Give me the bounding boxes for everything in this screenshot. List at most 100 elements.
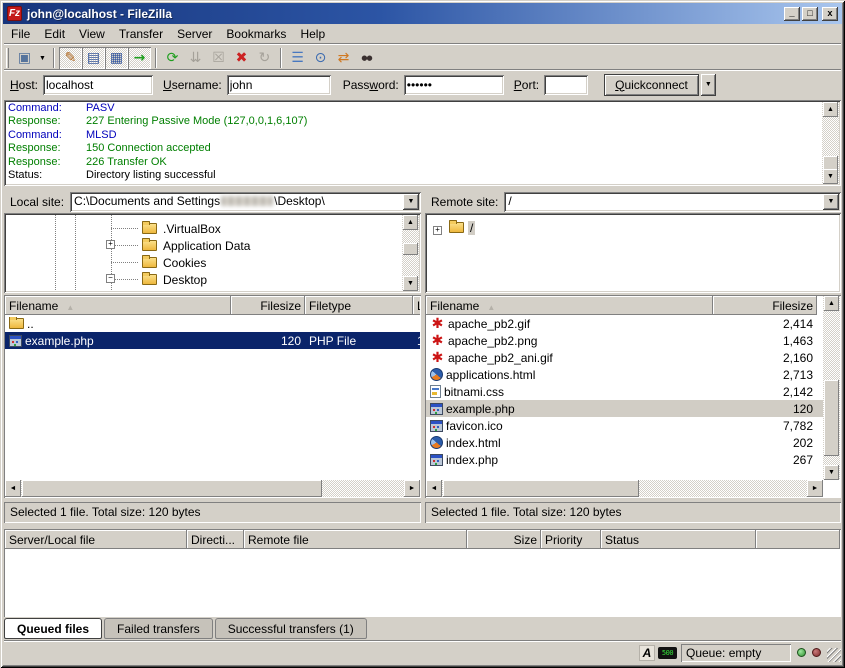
toggle-local-tree-button[interactable]: ▤	[82, 47, 105, 69]
site-manager-button-dropdown[interactable]: ▼	[36, 47, 49, 69]
remote-site-combo[interactable]: / ▼	[504, 192, 841, 212]
scroll-thumb[interactable]	[403, 243, 418, 255]
file-row-apache-pb2.gif[interactable]: ✱apache_pb2.gif2,414	[426, 315, 823, 332]
scroll-left-button[interactable]: ◄	[426, 480, 442, 497]
column-header-filename[interactable]: Filename▲	[5, 296, 231, 315]
queue-column-priority[interactable]: Priority	[541, 530, 601, 549]
file-row-example.php[interactable]: example.php120PHP File1	[5, 332, 420, 349]
tree-item--virtualbox[interactable]: .VirtualBox	[6, 220, 419, 237]
speed-limits-icon[interactable]: 500	[658, 647, 677, 659]
scroll-up-button[interactable]: ▲	[823, 102, 838, 117]
username-input[interactable]	[227, 75, 331, 95]
site-manager-button[interactable]: ▣	[13, 47, 36, 69]
compare-directories-button[interactable]: ⊙	[309, 47, 332, 69]
password-input[interactable]	[404, 75, 504, 95]
column-header-filesize[interactable]: Filesize	[713, 296, 817, 315]
tree-item-desktop[interactable]: − Desktop	[6, 271, 419, 288]
menu-bookmarks[interactable]: Bookmarks	[219, 25, 293, 43]
quickconnect-bar: Host: Username: Password: Port: Quickcon…	[4, 71, 841, 98]
scroll-thumb[interactable]	[824, 380, 839, 456]
chevron-down-icon[interactable]: ▼	[823, 194, 839, 210]
tree-item-label[interactable]: Desktop	[161, 273, 209, 287]
file-row-..[interactable]: ..	[5, 315, 420, 332]
remote-vertical-scrollbar[interactable]: ▲ ▼	[823, 296, 840, 480]
file-cell: index.html	[426, 436, 713, 450]
queue-column-size[interactable]: Size	[467, 530, 541, 549]
queue-column-server-local-file[interactable]: Server/Local file	[5, 530, 187, 549]
file-row-example.php[interactable]: example.php120	[426, 400, 823, 417]
toggle-queue-button[interactable]: →	[128, 47, 151, 69]
host-input[interactable]	[43, 75, 153, 95]
scroll-up-button[interactable]: ▲	[403, 215, 418, 230]
expand-icon[interactable]: +	[433, 226, 442, 235]
collapse-icon[interactable]: −	[106, 274, 115, 283]
tab-successful-transfers-1-[interactable]: Successful transfers (1)	[215, 618, 367, 639]
chevron-down-icon[interactable]: ▼	[403, 194, 419, 210]
tree-item-label[interactable]: .VirtualBox	[161, 222, 223, 236]
scroll-down-button[interactable]: ▼	[403, 276, 418, 291]
column-header-l[interactable]: L	[413, 296, 420, 315]
close-button[interactable]: x	[822, 7, 838, 21]
minimize-button[interactable]: _	[784, 7, 800, 21]
scroll-right-button[interactable]: ►	[404, 480, 420, 497]
menu-edit[interactable]: Edit	[37, 25, 72, 43]
port-input[interactable]	[544, 75, 588, 95]
queue-column-directi-[interactable]: Directi...	[187, 530, 244, 549]
tab-queued-files[interactable]: Queued files	[4, 618, 102, 639]
message-log-lines: Command:PASVResponse:227 Entering Passiv…	[4, 100, 841, 186]
menu-server[interactable]: Server	[170, 25, 219, 43]
quickconnect-button[interactable]: Quickconnect	[604, 74, 699, 96]
menu-help[interactable]: Help	[293, 25, 332, 43]
tree-item-root[interactable]: +/	[427, 219, 839, 236]
scroll-thumb[interactable]	[443, 480, 639, 497]
tree-item-application-data[interactable]: + Application Data	[6, 237, 419, 254]
file-row-apache-pb2.png[interactable]: ✱apache_pb2.png1,463	[426, 332, 823, 349]
maximize-button[interactable]: □	[802, 7, 818, 21]
column-header-filetype[interactable]: Filetype	[305, 296, 413, 315]
filter-button[interactable]: ☰	[286, 47, 309, 69]
tree-item-label[interactable]: /	[468, 221, 475, 235]
resize-grip[interactable]	[827, 648, 841, 662]
menu-file[interactable]: File	[4, 25, 37, 43]
scroll-up-button[interactable]: ▲	[824, 296, 839, 311]
quickconnect-dropdown-button[interactable]: ▼	[701, 74, 716, 96]
scroll-thumb[interactable]	[22, 480, 322, 497]
disconnect-button[interactable]: ✖	[230, 47, 253, 69]
file-row-index.php[interactable]: index.php267	[426, 451, 823, 468]
activity-led-red-icon	[812, 648, 821, 657]
data-type-indicator-icon[interactable]: A	[639, 645, 655, 661]
tab-failed-transfers[interactable]: Failed transfers	[104, 618, 213, 639]
queue-column-status[interactable]: Status	[601, 530, 756, 549]
file-row-bitnami.css[interactable]: bitnami.css2,142	[426, 383, 823, 400]
queue-column-empty[interactable]	[756, 530, 840, 549]
queue-column-remote-file[interactable]: Remote file	[244, 530, 467, 549]
remote-horizontal-scrollbar[interactable]: ◄ ►	[426, 480, 823, 497]
scroll-down-button[interactable]: ▼	[823, 169, 838, 184]
toolbar-grip[interactable]	[6, 48, 9, 68]
divider	[4, 43, 841, 45]
scroll-down-button[interactable]: ▼	[824, 465, 839, 480]
find-files-button[interactable]: ●●	[355, 47, 378, 69]
expand-icon[interactable]: +	[106, 240, 115, 249]
file-row-favicon.ico[interactable]: favicon.ico7,782	[426, 417, 823, 434]
file-row-apache-pb2-ani.gif[interactable]: ✱apache_pb2_ani.gif2,160	[426, 349, 823, 366]
toggle-remote-tree-button[interactable]: ▦	[105, 47, 128, 69]
scroll-right-button[interactable]: ►	[807, 480, 823, 497]
tree-item-cookies[interactable]: Cookies	[6, 254, 419, 271]
toggle-log-button[interactable]: ✎	[59, 47, 82, 69]
refresh-button[interactable]: ⟳	[161, 47, 184, 69]
menu-view[interactable]: View	[72, 25, 112, 43]
menu-transfer[interactable]: Transfer	[112, 25, 170, 43]
column-header-filename[interactable]: Filename▲	[426, 296, 713, 315]
tree-item-label[interactable]: Application Data	[161, 239, 252, 253]
synchronized-browsing-button[interactable]: ⇄	[332, 47, 355, 69]
file-row-index.html[interactable]: index.html202	[426, 434, 823, 451]
local-tree-vertical-scrollbar[interactable]: ▲ ▼	[402, 215, 419, 291]
file-row-applications.html[interactable]: applications.html2,713	[426, 366, 823, 383]
local-horizontal-scrollbar[interactable]: ◄ ►	[5, 480, 420, 497]
local-site-combo[interactable]: C:\Documents and Settings\Desktop\ ▼	[70, 192, 421, 212]
scroll-left-button[interactable]: ◄	[5, 480, 21, 497]
log-vertical-scrollbar[interactable]: ▲ ▼	[822, 102, 839, 184]
column-header-filesize[interactable]: Filesize	[231, 296, 305, 315]
tree-item-label[interactable]: Cookies	[161, 256, 208, 270]
